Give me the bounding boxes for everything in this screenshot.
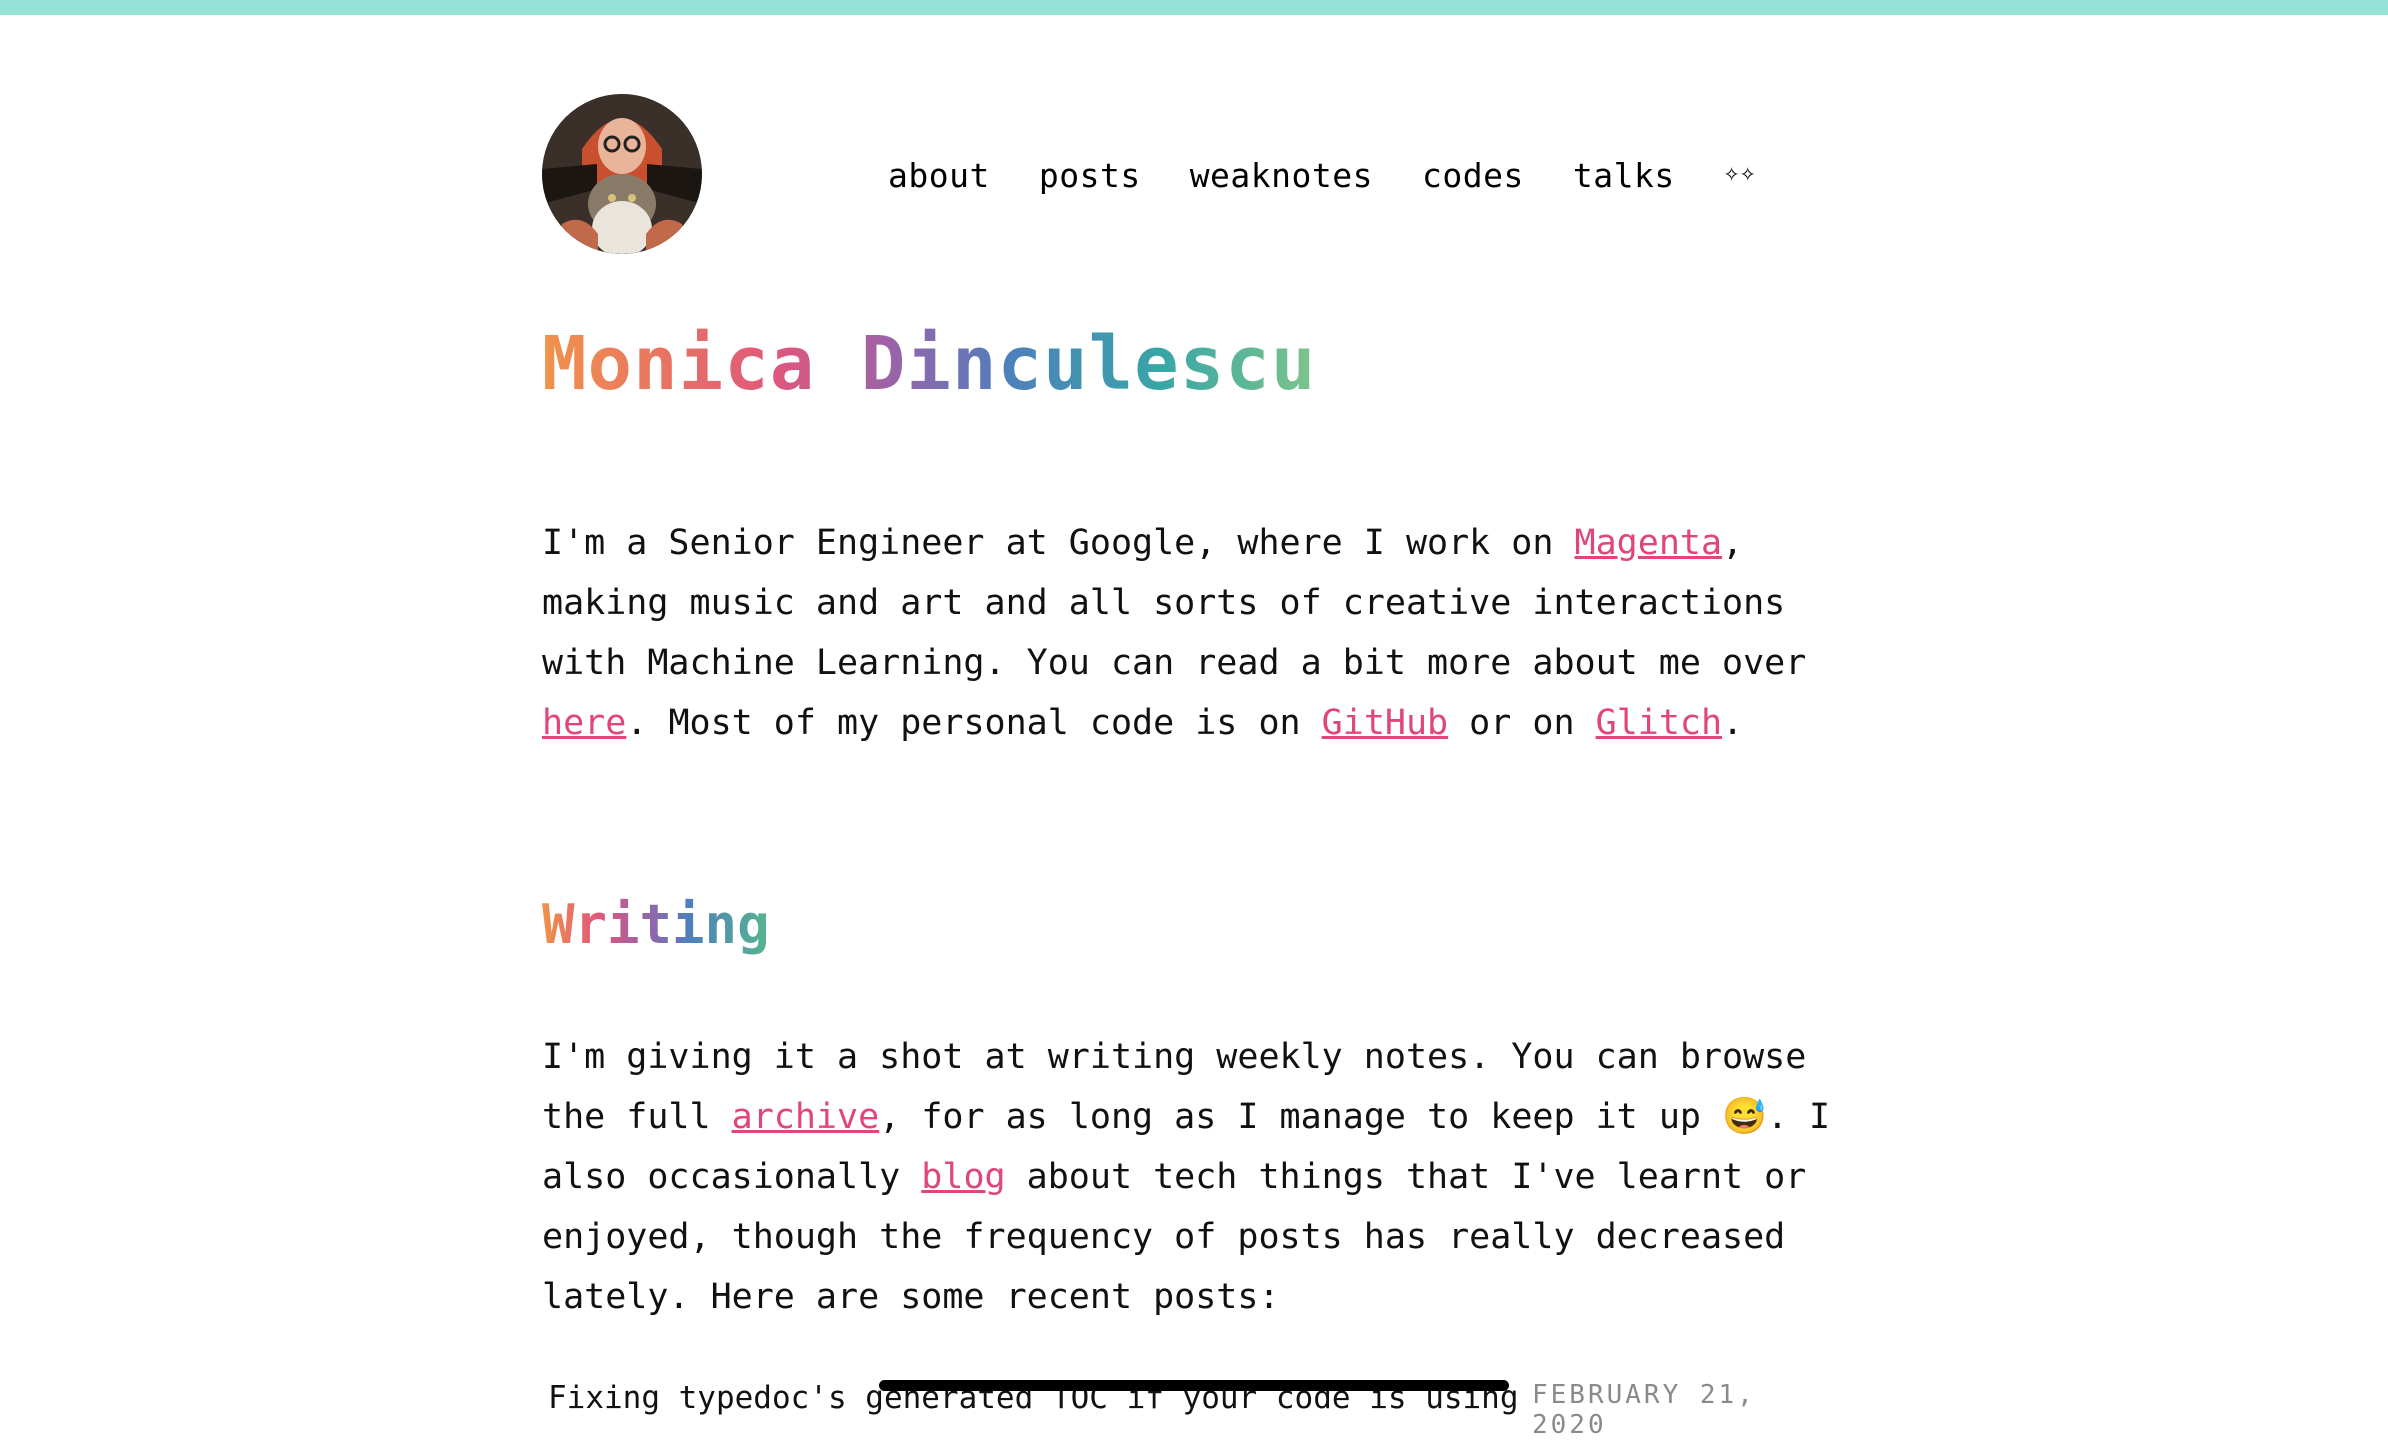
nav-posts[interactable]: posts bbox=[1039, 156, 1141, 195]
intro-text: . Most of my personal code is on bbox=[626, 703, 1322, 743]
avatar[interactable] bbox=[542, 94, 702, 254]
post-date: FEBRUARY 21, 2020 bbox=[1532, 1380, 1756, 1440]
writing-text: , for as long as I manage to keep it up bbox=[879, 1097, 1723, 1137]
nav-talks[interactable]: talks bbox=[1573, 156, 1675, 195]
intro-text: I'm a Senior Engineer at Google, where I… bbox=[542, 523, 1575, 563]
page-title: Monica Dinculescu bbox=[542, 321, 1317, 407]
here-link[interactable]: here bbox=[542, 703, 626, 743]
glitch-link[interactable]: Glitch bbox=[1596, 703, 1722, 743]
intro-text: . bbox=[1722, 703, 1744, 743]
nav-weaknotes[interactable]: weaknotes bbox=[1190, 156, 1373, 195]
archive-link[interactable]: archive bbox=[732, 1097, 880, 1137]
writing-paragraph: I'm giving it a shot at writing weekly n… bbox=[542, 1027, 1842, 1327]
sweat-smile-emoji-icon: 😅 bbox=[1722, 1096, 1767, 1137]
nav-codes[interactable]: codes bbox=[1422, 156, 1524, 195]
intro-paragraph: I'm a Senior Engineer at Google, where I… bbox=[542, 513, 1842, 753]
nav-about[interactable]: about bbox=[888, 156, 990, 195]
github-link[interactable]: GitHub bbox=[1322, 703, 1448, 743]
top-accent-bar bbox=[0, 0, 2388, 15]
site-header: about posts weaknotes codes talks ✧✧ bbox=[542, 94, 1842, 256]
intro-text: or on bbox=[1448, 703, 1596, 743]
blog-link[interactable]: blog bbox=[921, 1157, 1005, 1197]
magenta-link[interactable]: Magenta bbox=[1575, 523, 1723, 563]
sparkles-icon[interactable]: ✧✧ bbox=[1724, 158, 1756, 188]
writing-heading: Writing bbox=[542, 893, 770, 956]
avatar-photo-icon bbox=[542, 94, 702, 254]
horizontal-scrollbar-thumb[interactable] bbox=[879, 1380, 1509, 1391]
main-nav: about posts weaknotes codes talks ✧✧ bbox=[888, 156, 1756, 195]
